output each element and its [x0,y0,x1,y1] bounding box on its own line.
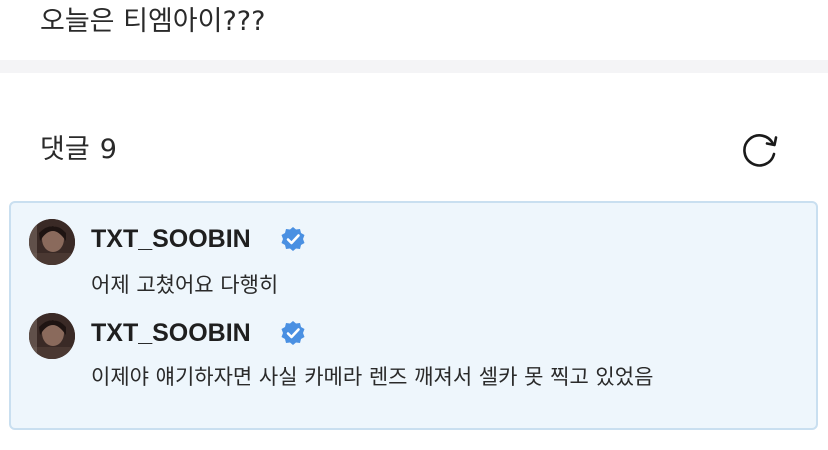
refresh-icon[interactable] [740,130,780,170]
avatar-image [29,313,75,359]
post-body-text: 오늘은 티엠아이??? [40,6,266,37]
reply-text: 어제 고쳤어요 다행히 [91,273,279,297]
avatar-image [29,219,75,265]
reply-text: 이제야 얘기하자면 사실 카메라 렌즈 깨져서 셀카 못 찍고 있었음 [91,365,654,389]
verified-badge-icon [280,226,306,252]
verified-badge-icon [280,320,306,346]
comments-label: 댓글 [40,134,90,165]
comments-header: 댓글 9 [0,125,828,175]
avatar[interactable] [29,219,75,265]
reply-thread: TXT_SOOBIN 어제 고쳤어요 다행히 TXT_SOOBIN 이제야 얘기… [9,201,818,430]
section-divider [0,60,828,73]
avatar[interactable] [29,313,75,359]
reply-author[interactable]: TXT_SOOBIN [91,317,251,349]
comments-title: 댓글 9 [40,131,117,169]
page: 오늘은 티엠아이??? 댓글 9 TXT_SOOBIN 어제 고쳤어요 다행히 … [0,0,828,450]
refresh-icon-glyph [743,134,778,167]
comments-count: 9 [99,134,117,165]
reply-author[interactable]: TXT_SOOBIN [91,223,251,255]
